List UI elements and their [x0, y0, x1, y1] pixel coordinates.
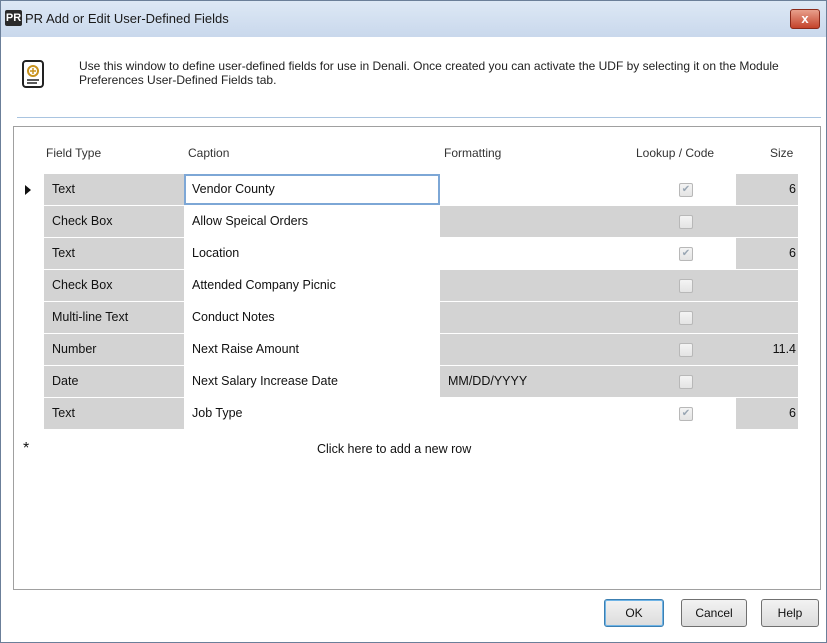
info-text: Use this window to define user-defined f… [79, 59, 779, 87]
table-row[interactable]: Text Vendor County ✔ 6 [14, 174, 820, 206]
current-row-arrow-icon [25, 185, 31, 195]
cell-field-type[interactable]: Text [44, 238, 184, 269]
cell-lookup [632, 302, 736, 333]
cell-formatting [440, 206, 632, 237]
cell-lookup[interactable]: ✔ [632, 174, 736, 205]
help-button[interactable]: Help [761, 599, 819, 627]
info-panel: Use this window to define user-defined f… [1, 37, 826, 119]
app-icon: PR [5, 10, 22, 26]
cell-field-type[interactable]: Check Box [44, 206, 184, 237]
cell-size[interactable]: 11.4 [736, 334, 798, 365]
cell-field-type[interactable]: Number [44, 334, 184, 365]
cell-formatting [440, 270, 632, 301]
cell-size [736, 302, 798, 333]
header-field-type[interactable]: Field Type [46, 146, 101, 160]
add-new-row[interactable]: * Click here to add a new row [14, 438, 820, 460]
cell-field-type[interactable]: Text [44, 398, 184, 429]
window-title: PR Add or Edit User-Defined Fields [25, 11, 229, 26]
cell-formatting[interactable]: MM/DD/YYYY [440, 366, 632, 397]
header-formatting[interactable]: Formatting [444, 146, 501, 160]
fields-grid[interactable]: Field Type Caption Formatting Lookup / C… [13, 126, 821, 590]
cell-lookup[interactable]: ✔ [632, 238, 736, 269]
lookup-checkbox [679, 311, 693, 325]
add-new-row-label[interactable]: Click here to add a new row [317, 442, 471, 456]
header-size[interactable]: Size [770, 146, 793, 160]
cell-size[interactable]: 6 [736, 398, 798, 429]
table-row[interactable]: Check Box Attended Company Picnic [14, 270, 820, 302]
cell-lookup [632, 334, 736, 365]
table-row[interactable]: Number Next Raise Amount 11.4 [14, 334, 820, 366]
cell-formatting[interactable] [440, 398, 632, 429]
cell-caption[interactable]: Vendor County [184, 174, 440, 205]
cell-formatting[interactable] [440, 174, 632, 205]
close-button[interactable]: x [790, 9, 820, 29]
cell-size [736, 270, 798, 301]
cell-formatting[interactable] [440, 238, 632, 269]
cell-caption[interactable]: Conduct Notes [184, 302, 440, 333]
cancel-button[interactable]: Cancel [681, 599, 747, 627]
cell-caption[interactable]: Allow Speical Orders [184, 206, 440, 237]
table-row[interactable]: Multi-line Text Conduct Notes [14, 302, 820, 334]
cell-formatting [440, 334, 632, 365]
table-row[interactable]: Check Box Allow Speical Orders [14, 206, 820, 238]
lookup-checkbox[interactable]: ✔ [679, 407, 693, 421]
table-row[interactable]: Text Location ✔ 6 [14, 238, 820, 270]
cell-field-type[interactable]: Text [44, 174, 184, 205]
lookup-checkbox [679, 375, 693, 389]
cell-caption[interactable]: Next Raise Amount [184, 334, 440, 365]
cell-size [736, 366, 798, 397]
cell-lookup [632, 206, 736, 237]
table-row[interactable]: Date Next Salary Increase Date MM/DD/YYY… [14, 366, 820, 398]
cell-field-type[interactable]: Check Box [44, 270, 184, 301]
lookup-checkbox [679, 215, 693, 229]
cell-caption[interactable]: Location [184, 238, 440, 269]
cell-caption[interactable]: Attended Company Picnic [184, 270, 440, 301]
cell-lookup[interactable]: ✔ [632, 398, 736, 429]
close-icon: x [801, 11, 809, 26]
cell-formatting [440, 302, 632, 333]
cell-caption[interactable]: Next Salary Increase Date [184, 366, 440, 397]
lookup-checkbox[interactable]: ✔ [679, 183, 693, 197]
lookup-checkbox [679, 343, 693, 357]
cell-size [736, 206, 798, 237]
title-bar: PR PR Add or Edit User-Defined Fields x [1, 1, 826, 37]
new-row-star-icon: * [23, 440, 30, 457]
cell-size[interactable]: 6 [736, 174, 798, 205]
header-lookup-code[interactable]: Lookup / Code [636, 146, 714, 160]
cell-field-type[interactable]: Multi-line Text [44, 302, 184, 333]
cell-field-type[interactable]: Date [44, 366, 184, 397]
cell-lookup [632, 270, 736, 301]
table-row[interactable]: Text Job Type ✔ 6 [14, 398, 820, 430]
cell-size[interactable]: 6 [736, 238, 798, 269]
info-divider [17, 117, 821, 118]
document-icon [22, 60, 44, 88]
lookup-checkbox[interactable]: ✔ [679, 247, 693, 261]
dialog-window: PR PR Add or Edit User-Defined Fields x … [0, 0, 827, 643]
lookup-checkbox [679, 279, 693, 293]
ok-button[interactable]: OK [604, 599, 664, 627]
cell-caption[interactable]: Job Type [184, 398, 440, 429]
header-caption[interactable]: Caption [188, 146, 229, 160]
cell-lookup [632, 366, 736, 397]
